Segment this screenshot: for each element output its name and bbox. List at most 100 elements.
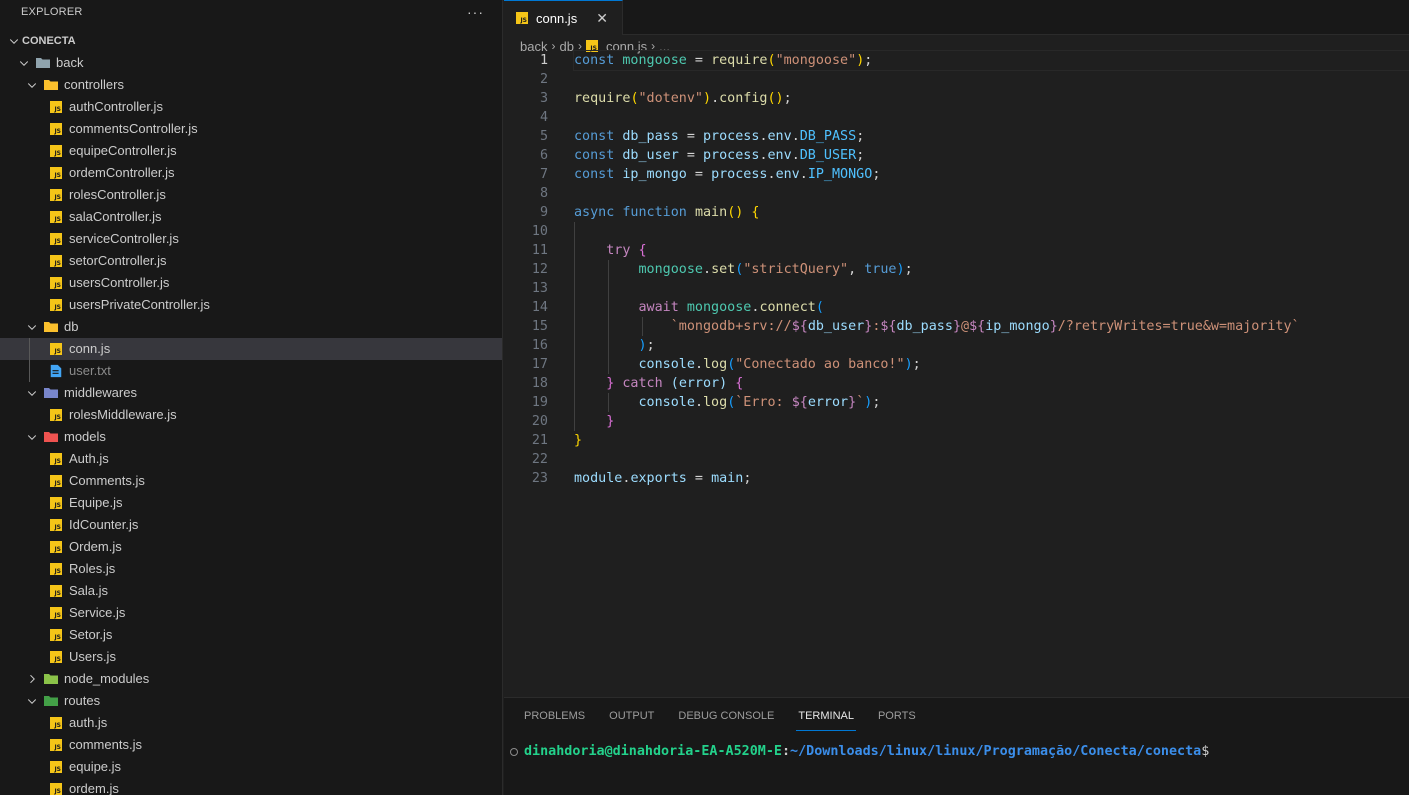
line-number: 20	[531, 414, 548, 429]
tree-file[interactable]: JS rolesMiddleware.js	[0, 404, 502, 426]
tree-folder-routes[interactable]: routes	[0, 690, 502, 712]
indent-guide	[574, 355, 575, 374]
tree-file[interactable]: JS rolesController.js	[0, 184, 502, 206]
terminal[interactable]: dinahdoria@dinahdoria-EA-A520M-E : ~/Dow…	[504, 744, 1409, 759]
panel-tabs: PROBLEMS OUTPUT DEBUG CONSOLE TERMINAL PORTS	[504, 698, 1409, 734]
editor-area: JS conn.js ✕ back › db › JS conn.js › ..…	[504, 0, 1409, 697]
tree-file[interactable]: JS Setor.js	[0, 624, 502, 646]
indent-guide	[574, 279, 575, 298]
tree-folder-node-modules[interactable]: node_modules	[0, 668, 502, 690]
tree-folder-db[interactable]: db	[0, 316, 502, 338]
line-number: 11	[531, 243, 548, 258]
panel-tab-problems[interactable]: PROBLEMS	[524, 698, 585, 734]
indent-guide	[608, 260, 609, 279]
tree-file[interactable]: JS setorController.js	[0, 250, 502, 272]
line-number: 8	[539, 186, 548, 201]
close-icon[interactable]: ✕	[596, 10, 608, 26]
tree-file[interactable]: JS Auth.js	[0, 448, 502, 470]
tree-item-label: authController.js	[69, 99, 163, 114]
tree-file[interactable]: JS conn.js	[0, 338, 502, 360]
line-number: 17	[531, 357, 548, 372]
tree-file[interactable]: JS salaController.js	[0, 206, 502, 228]
tree-item-label: routes	[64, 693, 101, 708]
tree-item-label: back	[56, 55, 84, 70]
folder-icon	[35, 55, 51, 71]
workspace-root-label: CONECTA	[22, 35, 76, 47]
code-line: 12 mongoose.set("strictQuery", true);	[504, 260, 1409, 279]
tree-file[interactable]: JS comments.js	[0, 734, 502, 756]
panel-tab-terminal[interactable]: TERMINAL	[796, 698, 856, 734]
chevron-right-icon	[24, 671, 40, 687]
tree-file[interactable]: JS Roles.js	[0, 558, 502, 580]
tree-item-label: salaController.js	[69, 209, 162, 224]
line-number: 6	[539, 148, 548, 163]
code-line: 14 await mongoose.connect(	[504, 298, 1409, 317]
code-line: 13	[504, 279, 1409, 298]
tree-file[interactable]: JS equipe.js	[0, 756, 502, 778]
tree-folder-back[interactable]: back	[0, 52, 502, 74]
code-text: console.log(`Erro: ${error}`);	[638, 395, 881, 410]
tree-folder-models[interactable]: models	[0, 426, 502, 448]
tree-file[interactable]: user.txt	[0, 360, 502, 382]
tree-file[interactable]: JS IdCounter.js	[0, 514, 502, 536]
code-text: }	[574, 433, 583, 448]
editor-tabbar: JS conn.js ✕	[504, 0, 1409, 35]
tree-file[interactable]: JS commentsController.js	[0, 118, 502, 140]
panel-tab-debug-console[interactable]: DEBUG CONSOLE	[678, 698, 774, 734]
tree-file[interactable]: JS usersPrivateController.js	[0, 294, 502, 316]
code-line: 10	[504, 222, 1409, 241]
tree-file[interactable]: JS authController.js	[0, 96, 502, 118]
tree-folder-controllers[interactable]: controllers	[0, 74, 502, 96]
folder-routes-icon	[43, 693, 59, 709]
text-file-icon	[48, 363, 64, 379]
tree-file[interactable]: JS serviceController.js	[0, 228, 502, 250]
file-tree: back controllers JS authController.js JS comm…	[0, 52, 502, 795]
tree-file[interactable]: JS Sala.js	[0, 580, 502, 602]
js-file-icon: JS	[48, 605, 64, 621]
tree-file[interactable]: JS equipeController.js	[0, 140, 502, 162]
chevron-down-icon	[24, 77, 40, 93]
tree-item-label: Equipe.js	[69, 495, 123, 510]
tab-conn-js[interactable]: JS conn.js ✕	[504, 0, 623, 35]
js-file-icon: JS	[48, 539, 64, 555]
tree-file[interactable]: JS ordem.js	[0, 778, 502, 795]
tree-item-label: Comments.js	[69, 473, 145, 488]
code-editor[interactable]: 1 const mongoose = require("mongoose"); 2 3…	[504, 50, 1409, 488]
chevron-down-icon	[6, 33, 22, 49]
tree-folder-middlewares[interactable]: middlewares	[0, 382, 502, 404]
code-line: 6 const db_user = process.env.DB_USER;	[504, 146, 1409, 165]
line-number: 9	[539, 205, 548, 220]
tree-item-label: Auth.js	[69, 451, 109, 466]
chevron-down-icon	[24, 693, 40, 709]
bottom-panel: PROBLEMS OUTPUT DEBUG CONSOLE TERMINAL PORTS…	[504, 697, 1409, 795]
tree-file[interactable]: JS Comments.js	[0, 470, 502, 492]
tree-item-label: Roles.js	[69, 561, 116, 576]
tree-file[interactable]: JS usersController.js	[0, 272, 502, 294]
js-file-icon: JS	[48, 627, 64, 643]
indent-guide	[574, 336, 575, 355]
indent-guide	[574, 222, 575, 241]
tree-item-label: equipeController.js	[69, 143, 177, 158]
code-line: 4	[504, 108, 1409, 127]
tree-item-label: node_modules	[64, 671, 150, 686]
tree-file[interactable]: JS Users.js	[0, 646, 502, 668]
panel-tab-output[interactable]: OUTPUT	[609, 698, 654, 734]
tree-file[interactable]: JS Equipe.js	[0, 492, 502, 514]
tree-item-label: Ordem.js	[69, 539, 122, 554]
explorer-header: EXPLORER ···	[0, 0, 502, 24]
tree-file[interactable]: JS ordemController.js	[0, 162, 502, 184]
more-actions-icon[interactable]: ···	[467, 4, 484, 20]
line-number: 21	[531, 433, 548, 448]
line-number: 14	[531, 300, 548, 315]
workspace-root[interactable]: CONECTA	[0, 30, 502, 52]
indent-guide	[574, 412, 575, 431]
code-line: 2	[504, 70, 1409, 89]
line-number: 15	[531, 319, 548, 334]
tree-file[interactable]: JS Service.js	[0, 602, 502, 624]
code-text: mongoose.set("strictQuery", true);	[638, 262, 913, 277]
tree-file[interactable]: JS auth.js	[0, 712, 502, 734]
tree-item-label: Service.js	[69, 605, 126, 620]
tree-file[interactable]: JS Ordem.js	[0, 536, 502, 558]
panel-tab-ports[interactable]: PORTS	[878, 698, 916, 734]
explorer-sidebar: EXPLORER ··· CONECTA back controllers JS au…	[0, 0, 503, 795]
